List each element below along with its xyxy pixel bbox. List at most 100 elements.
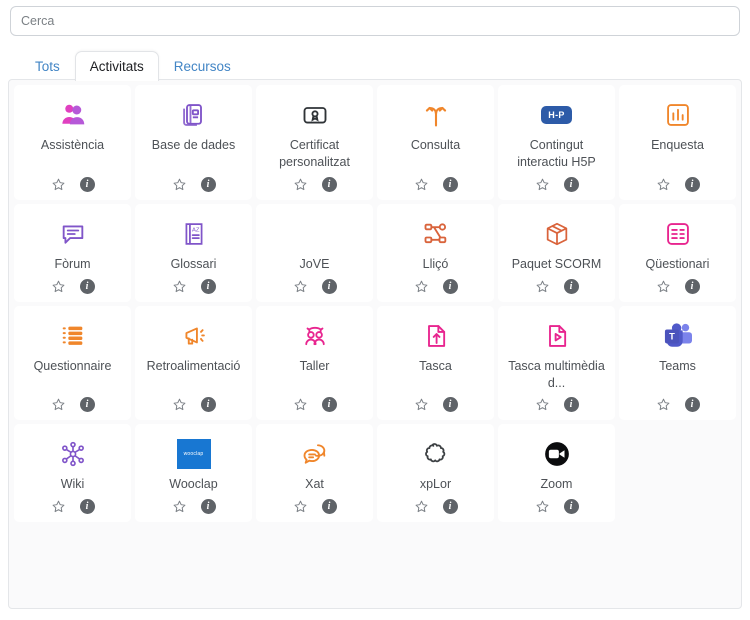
info-icon[interactable]: i: [200, 397, 216, 413]
favourite-star-icon[interactable]: [172, 279, 187, 294]
activity-card-actions: i: [414, 176, 458, 192]
favourite-star-icon[interactable]: [535, 499, 550, 514]
activity-card-q-estionari[interactable]: Qüestionari i: [619, 203, 736, 302]
activity-card-consulta[interactable]: Consulta i: [377, 85, 494, 200]
activity-card-base-de-dades[interactable]: Base de dades i: [135, 85, 252, 200]
info-icon[interactable]: i: [79, 278, 95, 294]
favourite-star-icon[interactable]: [293, 279, 308, 294]
activity-card-label: Xat: [305, 477, 324, 492]
tab-recursos[interactable]: Recursos: [159, 51, 246, 82]
activity-card-label: Consulta: [410, 138, 461, 152]
activity-card-label: Assistència: [40, 138, 105, 152]
favourite-star-icon[interactable]: [293, 499, 308, 514]
info-icon[interactable]: i: [200, 499, 216, 515]
info-icon[interactable]: i: [442, 278, 458, 294]
activity-card-label: Wiki: [60, 477, 85, 492]
activity-card-actions: i: [293, 278, 337, 294]
xplor-cloud-icon: [422, 434, 450, 474]
tab-activitats[interactable]: Activitats: [74, 50, 159, 81]
activity-card-label: Retroalimentació: [146, 358, 241, 373]
info-icon[interactable]: i: [442, 499, 458, 515]
info-icon[interactable]: i: [563, 499, 579, 515]
activity-card-glossari[interactable]: AZ Glossari i: [135, 203, 252, 302]
info-icon[interactable]: i: [563, 176, 579, 192]
info-icon[interactable]: i: [200, 278, 216, 294]
favourite-star-icon[interactable]: [51, 177, 66, 192]
activity-card-actions: i: [656, 397, 700, 413]
activity-card-tasca-multim-dia-d[interactable]: Tasca multimèdia d... i: [498, 305, 615, 421]
activity-card-xplor[interactable]: xpLor i: [377, 424, 494, 523]
svg-text:AZ: AZ: [192, 227, 200, 233]
survey-barchart-icon: [664, 95, 692, 135]
info-icon[interactable]: i: [684, 397, 700, 413]
search-input[interactable]: [10, 6, 740, 36]
activity-card-taller[interactable]: Taller i: [256, 305, 373, 421]
info-icon[interactable]: i: [79, 397, 95, 413]
favourite-star-icon[interactable]: [535, 177, 550, 192]
activity-card-label: xpLor: [419, 477, 452, 492]
tab-bar: Tots Activitats Recursos: [8, 44, 742, 82]
activity-card-paquet-scorm[interactable]: Paquet SCORM i: [498, 203, 615, 302]
svg-text:T: T: [669, 331, 675, 341]
activity-card-f-rum[interactable]: Fòrum i: [14, 203, 131, 302]
info-icon[interactable]: i: [321, 176, 337, 192]
favourite-star-icon[interactable]: [414, 177, 429, 192]
info-icon[interactable]: i: [321, 397, 337, 413]
activity-card-contingut-interactiu-h5p[interactable]: H-P Contingut interactiu H5P i: [498, 85, 615, 200]
activity-card-wooclap[interactable]: wooclap Wooclap i: [135, 424, 252, 523]
favourite-star-icon[interactable]: [172, 397, 187, 412]
favourite-star-icon[interactable]: [172, 499, 187, 514]
favourite-star-icon[interactable]: [172, 177, 187, 192]
info-icon[interactable]: i: [563, 278, 579, 294]
activity-card-actions: i: [656, 176, 700, 192]
activity-card-wiki[interactable]: Wiki i: [14, 424, 131, 523]
favourite-star-icon[interactable]: [414, 499, 429, 514]
activity-card-zoom[interactable]: Zoom i: [498, 424, 615, 523]
favourite-star-icon[interactable]: [51, 397, 66, 412]
favourite-star-icon[interactable]: [414, 397, 429, 412]
info-icon[interactable]: i: [684, 278, 700, 294]
glossary-book-icon: AZ: [180, 214, 208, 254]
activity-card-assist-ncia[interactable]: Assistència i: [14, 85, 131, 200]
activity-card-lli[interactable]: Lliçó i: [377, 203, 494, 302]
info-icon[interactable]: i: [321, 499, 337, 515]
info-icon[interactable]: i: [442, 176, 458, 192]
favourite-star-icon[interactable]: [535, 279, 550, 294]
info-icon[interactable]: i: [684, 176, 700, 192]
info-icon[interactable]: i: [321, 278, 337, 294]
info-icon[interactable]: i: [563, 397, 579, 413]
info-icon[interactable]: i: [79, 176, 95, 192]
activity-card-certificat-personalitzat[interactable]: Certificat personalitzat i: [256, 85, 373, 200]
activity-card-teams[interactable]: T Teams i: [619, 305, 736, 421]
activity-card-xat[interactable]: Xat i: [256, 424, 373, 523]
activity-grid: Assistència i Base de dades i Certificat…: [14, 85, 736, 523]
microsoft-teams-icon: T: [663, 316, 693, 356]
activity-card-questionnaire[interactable]: Questionnaire i: [14, 305, 131, 421]
favourite-star-icon[interactable]: [656, 279, 671, 294]
tab-tots[interactable]: Tots: [20, 51, 75, 82]
favourite-star-icon[interactable]: [414, 279, 429, 294]
favourite-star-icon[interactable]: [51, 279, 66, 294]
favourite-star-icon[interactable]: [51, 499, 66, 514]
info-icon[interactable]: i: [442, 397, 458, 413]
info-icon[interactable]: i: [200, 176, 216, 192]
wiki-network-icon: [59, 434, 87, 474]
activity-card-enquesta[interactable]: Enquesta i: [619, 85, 736, 200]
search-row: [8, 6, 742, 36]
certificate-badge-icon: [301, 95, 329, 135]
workshop-people-icon: [301, 316, 329, 356]
favourite-star-icon[interactable]: [656, 397, 671, 412]
activity-card-retroalimentaci[interactable]: Retroalimentació i: [135, 305, 252, 421]
activity-card-tasca[interactable]: Tasca i: [377, 305, 494, 421]
media-assignment-play-icon: [543, 316, 571, 356]
h5p-badge-icon: H-P: [541, 95, 572, 135]
favourite-star-icon[interactable]: [293, 397, 308, 412]
favourite-star-icon[interactable]: [656, 177, 671, 192]
favourite-star-icon[interactable]: [293, 177, 308, 192]
favourite-star-icon[interactable]: [535, 397, 550, 412]
activity-card-actions: i: [51, 499, 95, 515]
info-icon[interactable]: i: [79, 499, 95, 515]
activity-card-label: Questionnaire: [33, 358, 112, 373]
activity-card-actions: i: [172, 176, 216, 192]
activity-card-jove[interactable]: JoVE i: [256, 203, 373, 302]
